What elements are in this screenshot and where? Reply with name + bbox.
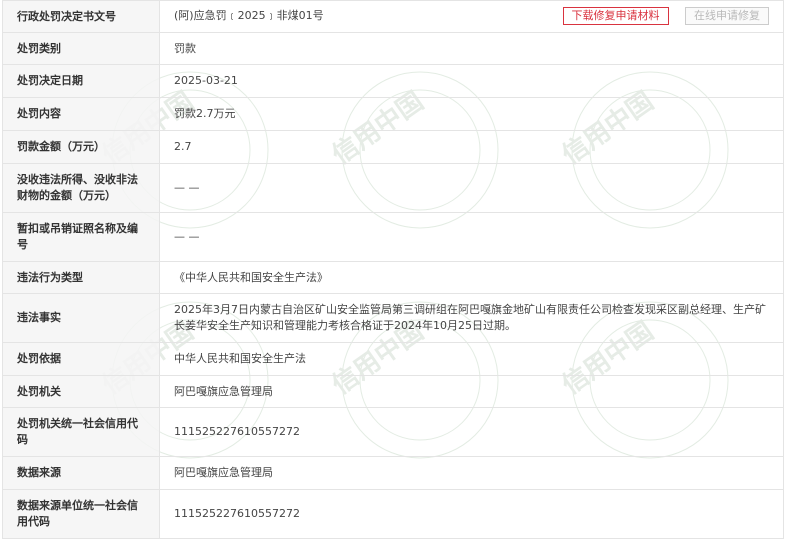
row-value: 2025-03-21 xyxy=(159,64,784,98)
row-value: — — xyxy=(159,163,784,213)
table-row: 处罚依据 中华人民共和国安全生产法 xyxy=(2,342,784,376)
row-label: 处罚机关统一社会信用代码 xyxy=(2,407,160,457)
row-value: 罚款2.7万元 xyxy=(159,97,784,131)
penalty-detail-page: 信用中国 信用中国 信用中国 信用中国 信用中国 信用中国 行政处罚决定书文号 … xyxy=(0,0,787,557)
row-label: 暂扣或吊销证照名称及编号 xyxy=(2,212,160,262)
table-row: 行政处罚决定书文号 (阿)应急罚﹝2025﹞非煤01号 下载修复申请材料 在线申… xyxy=(2,0,784,33)
table-row: 违法行为类型 《中华人民共和国安全生产法》 xyxy=(2,261,784,294)
row-label: 罚款金额（万元） xyxy=(2,130,160,164)
row-label: 处罚依据 xyxy=(2,342,160,376)
table-row: 罚款金额（万元） 2.7 xyxy=(2,130,784,164)
row-value: 阿巴嘎旗应急管理局 xyxy=(159,456,784,490)
row-value: 2025年3月7日内蒙古自治区矿山安全监管局第三调研组在阿巴嘎旗金地矿山有限责任… xyxy=(159,293,784,343)
download-repair-materials-button[interactable]: 下载修复申请材料 xyxy=(562,7,669,25)
table-row: 处罚机关 阿巴嘎旗应急管理局 xyxy=(2,375,784,408)
row-label: 违法事实 xyxy=(2,293,160,343)
row-value: 111525227610557272 xyxy=(159,489,784,539)
row-label: 处罚决定日期 xyxy=(2,64,160,98)
table-row: 数据来源 阿巴嘎旗应急管理局 xyxy=(2,456,784,490)
table-row: 处罚机关统一社会信用代码 111525227610557272 xyxy=(2,407,784,457)
row-label: 数据来源单位统一社会信用代码 xyxy=(2,489,160,539)
row-value: 111525227610557272 xyxy=(159,407,784,457)
row-value: 中华人民共和国安全生产法 xyxy=(159,342,784,376)
table-row: 没收违法所得、没收非法财物的金额（万元） — — xyxy=(2,163,784,213)
row-value: 《中华人民共和国安全生产法》 xyxy=(159,261,784,294)
row-label: 处罚内容 xyxy=(2,97,160,131)
row-value: 阿巴嘎旗应急管理局 xyxy=(159,375,784,408)
document-number: (阿)应急罚﹝2025﹞非煤01号 xyxy=(174,9,324,22)
row-label: 处罚类别 xyxy=(2,32,160,65)
table-row: 违法事实 2025年3月7日内蒙古自治区矿山安全监管局第三调研组在阿巴嘎旗金地矿… xyxy=(2,293,784,343)
row-value: 2.7 xyxy=(159,130,784,164)
table-row: 处罚内容 罚款2.7万元 xyxy=(2,97,784,131)
row-label: 数据来源 xyxy=(2,456,160,490)
row-label: 处罚机关 xyxy=(2,375,160,408)
table-row: 数据来源单位统一社会信用代码 111525227610557272 xyxy=(2,489,784,539)
table-row: 处罚类别 罚款 xyxy=(2,32,784,65)
row-value: — — xyxy=(159,212,784,262)
online-repair-application-button[interactable]: 在线申请修复 xyxy=(685,7,769,25)
table-row: 处罚决定日期 2025-03-21 xyxy=(2,64,784,98)
row-label: 违法行为类型 xyxy=(2,261,160,294)
row-value: 罚款 xyxy=(159,32,784,65)
penalty-info-table: 行政处罚决定书文号 (阿)应急罚﹝2025﹞非煤01号 下载修复申请材料 在线申… xyxy=(2,0,784,539)
row-label: 没收违法所得、没收非法财物的金额（万元） xyxy=(2,163,160,213)
table-row: 暂扣或吊销证照名称及编号 — — xyxy=(2,212,784,262)
row-label: 行政处罚决定书文号 xyxy=(2,0,160,33)
